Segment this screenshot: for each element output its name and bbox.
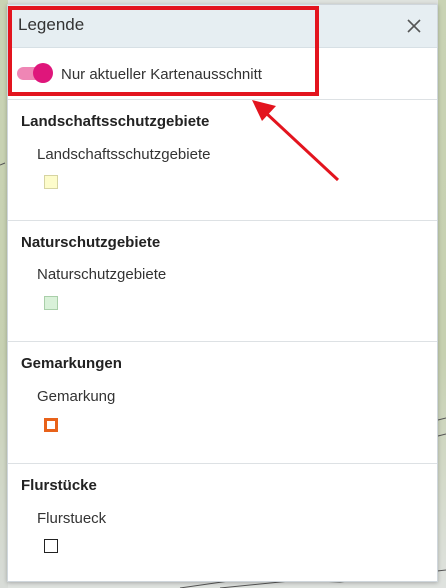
legend-item-label: Flurstueck bbox=[37, 510, 107, 527]
close-icon bbox=[407, 19, 421, 33]
legend-item-label: Gemarkung bbox=[37, 388, 116, 405]
map-extent-toggle-label: Nur aktueller Kartenausschnitt bbox=[61, 66, 262, 83]
section-heading: Flurstücke bbox=[21, 477, 97, 494]
section-heading: Naturschutzgebiete bbox=[21, 234, 161, 251]
legend-section-landschaftsschutzgebiete: Landschaftsschutzgebiete Landschaftsschu… bbox=[8, 100, 437, 221]
legend-section-naturschutzgebiete: Naturschutzgebiete Naturschutzgebiete bbox=[8, 221, 437, 342]
legend-swatch bbox=[44, 539, 58, 553]
legend-title: Legende bbox=[18, 15, 85, 34]
legend-item-label: Landschaftsschutzgebiete bbox=[37, 146, 211, 163]
legend-swatch bbox=[44, 418, 58, 432]
map-extent-toggle[interactable] bbox=[17, 63, 53, 83]
legend-swatch bbox=[44, 296, 58, 310]
legend-panel: Legende Nur aktueller Kartenausschnitt L… bbox=[7, 4, 438, 582]
legend-header: Legende bbox=[8, 5, 437, 48]
section-heading: Landschaftsschutzgebiete bbox=[21, 113, 210, 130]
legend-section-gemarkungen: Gemarkungen Gemarkung bbox=[8, 342, 437, 464]
section-heading: Gemarkungen bbox=[21, 355, 122, 372]
close-button[interactable] bbox=[401, 13, 427, 39]
legend-section-flurstuecke: Flurstücke Flurstueck bbox=[8, 464, 437, 581]
toggle-knob bbox=[33, 63, 53, 83]
legend-item-label: Naturschutzgebiete bbox=[37, 266, 167, 283]
map-extent-toggle-row: Nur aktueller Kartenausschnitt bbox=[8, 48, 437, 100]
legend-swatch bbox=[44, 175, 58, 189]
